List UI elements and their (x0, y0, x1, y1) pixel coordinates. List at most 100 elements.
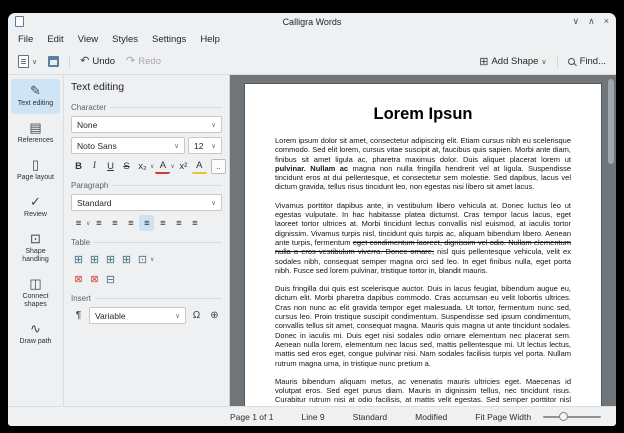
menu-settings[interactable]: Settings (145, 32, 193, 47)
chevron-down-icon[interactable]: ∨ (150, 163, 154, 170)
table-section-label: Table (71, 238, 222, 247)
chevron-down-icon: ∨ (174, 142, 179, 150)
chevron-down-icon: ∨ (32, 58, 37, 66)
font-family-value: Noto Sans (77, 141, 117, 151)
undo-button[interactable]: ↶ Undo (76, 54, 119, 69)
references-icon: ▤ (29, 121, 41, 135)
vertical-scrollbar[interactable] (608, 77, 614, 404)
document-paragraph: Vivamus porttitor dapibus ante, in vesti… (275, 201, 571, 275)
menu-edit[interactable]: Edit (40, 32, 70, 47)
minimize-icon[interactable]: ∨ (573, 17, 580, 26)
scrollbar-handle[interactable] (608, 79, 614, 164)
sidebar-tabstrip: ✎Text editing▤References▯Page layout✓Rev… (8, 75, 64, 406)
insert-row-above-button[interactable]: ⊞ (71, 251, 86, 267)
strikethrough-button[interactable]: S (119, 158, 134, 174)
panel-title: Text editing (71, 81, 222, 93)
sidebar-tab-connect-shapes[interactable]: ◫Connect shapes (11, 272, 60, 315)
superscript-button[interactable]: x² (176, 158, 191, 174)
text-color-button[interactable]: A (155, 158, 170, 174)
undo-label: Undo (92, 56, 115, 67)
sidebar-tab-label: Page layout (17, 174, 54, 182)
sidebar-tab-text-editing[interactable]: ✎Text editing (11, 79, 60, 114)
sidebar-tab-label: Text editing (18, 100, 53, 108)
menu-view[interactable]: View (71, 32, 105, 47)
save-button[interactable] (44, 54, 63, 69)
save-icon (48, 56, 59, 67)
character-more-button[interactable]: .. (211, 159, 226, 174)
chevron-down-icon[interactable]: ∨ (150, 256, 154, 263)
font-family-select[interactable]: Noto Sans ∨ (71, 137, 185, 154)
bullet-list-button[interactable]: ≡ (91, 215, 106, 231)
paragraph-section-label: Paragraph (71, 181, 222, 190)
sidebar-tab-label: Connect shapes (13, 293, 58, 309)
close-icon[interactable]: × (604, 17, 609, 26)
insert-column-left-button[interactable]: ⊞ (103, 251, 118, 267)
document-area[interactable]: Lorem Ipsun Lorem ipsum dolor sit amet, … (230, 75, 616, 406)
chevron-down-icon[interactable]: ∨ (170, 163, 174, 170)
new-document-icon (18, 55, 29, 68)
delete-column-button[interactable]: ⊠ (87, 271, 102, 287)
zoom-slider[interactable] (543, 411, 601, 423)
maximize-icon[interactable]: ∧ (588, 17, 595, 26)
line-spacing-button[interactable]: ≡ (71, 215, 86, 231)
toolbar: ∨ ↶ Undo ↷ Redo ⊞ Add Shape ∨ Find... (8, 49, 616, 75)
text-editing-panel: Text editing Character None ∨ Noto Sans … (64, 75, 230, 406)
insert-frame-button[interactable]: ⊕ (207, 308, 222, 324)
menu-help[interactable]: Help (193, 32, 227, 47)
menu-file[interactable]: File (11, 32, 40, 47)
zoom-slider-handle[interactable] (559, 412, 568, 421)
window-controls: ∨ ∧ × (573, 17, 609, 26)
background-color-button[interactable]: A (192, 158, 207, 174)
paragraph-style-label: Standard (353, 412, 388, 422)
sidebar-tab-shape-handling[interactable]: ⊡Shape handling (11, 227, 60, 270)
draw-path-icon: ∿ (30, 322, 41, 336)
chevron-down-icon[interactable]: ∨ (86, 220, 90, 227)
document-paragraph: Lorem ipsum dolor sit amet, consectetur … (275, 136, 571, 192)
new-document-button[interactable]: ∨ (14, 53, 41, 70)
window-title: Calligra Words (8, 17, 616, 27)
titlebar: Calligra Words ∨ ∧ × (8, 13, 616, 30)
variable-value: Variable (95, 311, 126, 321)
font-size-select[interactable]: 12 ∨ (188, 137, 222, 154)
zoom-mode-button[interactable]: Fit Page Width (475, 412, 531, 422)
special-character-button[interactable]: Ω (189, 308, 204, 324)
insert-column-right-button[interactable]: ⊞ (119, 251, 134, 267)
align-center-button[interactable]: ≡ (155, 215, 170, 231)
indent-more-button[interactable]: ≡ (123, 215, 138, 231)
font-size-value: 12 (194, 141, 203, 151)
table-border-style-button[interactable]: ⊡ (135, 251, 150, 267)
line-number-label: Line 9 (301, 412, 324, 422)
sidebar-tab-references[interactable]: ▤References (11, 116, 60, 151)
variable-select[interactable]: Variable ∨ (89, 307, 186, 324)
align-left-button[interactable]: ≡ (139, 215, 154, 231)
insert-variable-icon: ¶ (71, 308, 86, 324)
sidebar-tab-review[interactable]: ✓Review (11, 190, 60, 225)
delete-row-button[interactable]: ⊠ (71, 271, 86, 287)
chevron-down-icon: ∨ (211, 142, 216, 150)
redo-button[interactable]: ↷ Redo (122, 54, 165, 69)
add-shape-button[interactable]: ⊞ Add Shape ∨ (475, 53, 550, 70)
redo-icon: ↷ (126, 56, 135, 67)
align-right-button[interactable]: ≡ (171, 215, 186, 231)
add-shape-icon: ⊞ (479, 55, 488, 68)
sidebar-tab-draw-path[interactable]: ∿Draw path (11, 317, 60, 352)
find-button[interactable]: Find... (564, 54, 610, 69)
italic-button[interactable]: I (87, 158, 102, 174)
bold-button[interactable]: B (71, 158, 86, 174)
main-area: ✎Text editing▤References▯Page layout✓Rev… (8, 75, 616, 406)
subscript-button[interactable]: x₂ (135, 158, 150, 174)
search-icon (568, 58, 575, 65)
underline-button[interactable]: U (103, 158, 118, 174)
insert-row-below-button[interactable]: ⊞ (87, 251, 102, 267)
menu-styles[interactable]: Styles (105, 32, 145, 47)
undo-icon: ↶ (80, 56, 89, 67)
indent-less-button[interactable]: ≡ (107, 215, 122, 231)
redo-label: Redo (138, 56, 161, 67)
align-justify-button[interactable]: ≡ (187, 215, 202, 231)
paragraph-style-select[interactable]: Standard ∨ (71, 194, 222, 211)
merge-cells-button[interactable]: ⊟ (103, 271, 118, 287)
character-style-select[interactable]: None ∨ (71, 116, 222, 133)
sidebar-tab-page-layout[interactable]: ▯Page layout (11, 153, 60, 188)
review-icon: ✓ (30, 195, 41, 209)
document-page[interactable]: Lorem Ipsun Lorem ipsum dolor sit amet, … (244, 83, 602, 406)
